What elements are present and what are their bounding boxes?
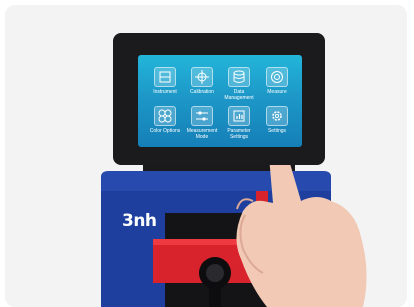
app-label: Instrument <box>153 89 177 95</box>
database-icon <box>228 67 250 87</box>
app-label: Settings <box>267 128 287 134</box>
gear-icon <box>266 106 288 126</box>
app-label: Color Options <box>149 128 181 134</box>
app-label: Parameter Settings <box>227 128 251 140</box>
crosshair-icon <box>191 67 213 87</box>
instrument-icon <box>154 67 176 87</box>
app-label: Calibration <box>190 89 214 95</box>
app-parameter-settings[interactable]: Parameter Settings <box>219 106 259 140</box>
app-measure[interactable]: Measure <box>257 67 297 96</box>
app-label: Measurement Mode <box>186 128 218 140</box>
app-settings[interactable]: Settings <box>257 106 297 135</box>
chart-icon <box>228 106 250 126</box>
app-label: Measure <box>267 89 287 95</box>
app-calibration[interactable]: Calibration <box>182 67 222 96</box>
photo-frame: Instrument Calibration Data Management M… <box>5 5 407 307</box>
sliders-icon <box>191 106 213 126</box>
app-instrument[interactable]: Instrument <box>145 67 185 96</box>
color-options-icon <box>154 106 176 126</box>
app-color-options[interactable]: Color Options <box>145 106 185 135</box>
target-icon <box>266 67 288 87</box>
app-measurement-mode[interactable]: Measurement Mode <box>182 106 222 140</box>
brand-logo: 3nh <box>122 211 157 231</box>
app-label: Data Management <box>224 89 254 101</box>
app-data-management[interactable]: Data Management <box>219 67 259 101</box>
